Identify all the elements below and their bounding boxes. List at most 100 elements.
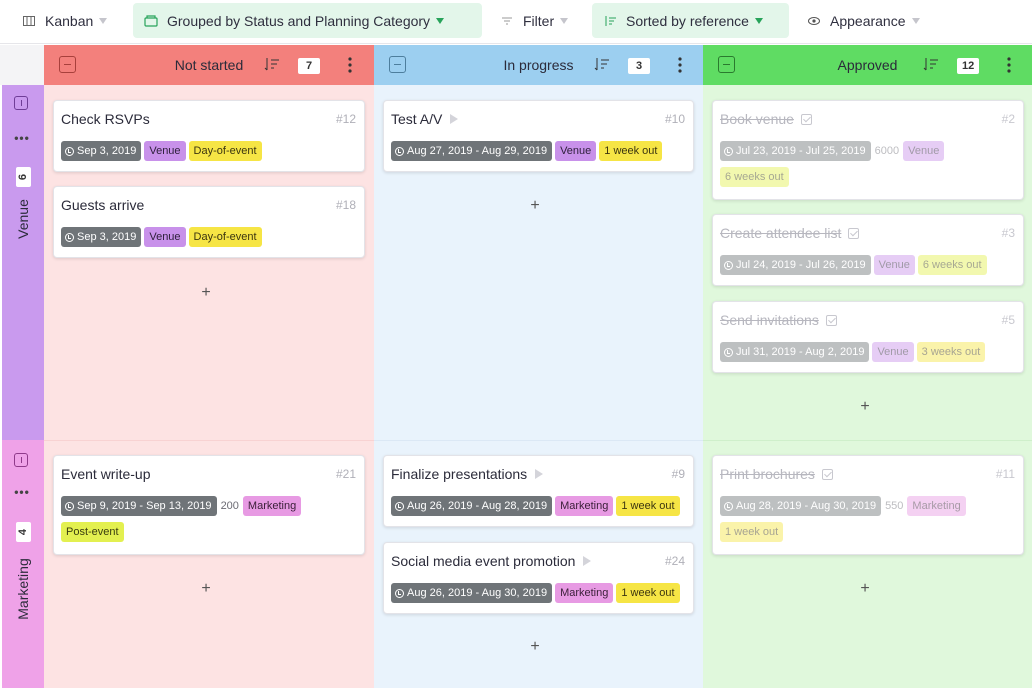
timing-tag: 1 week out	[616, 496, 680, 516]
category-tag: Marketing	[555, 583, 614, 603]
more-options-icon[interactable]	[677, 56, 683, 74]
card[interactable]: Print brochures #11 Aug 28, 2019 - Aug 3…	[712, 455, 1024, 555]
date-tag: Sep 3, 2019	[61, 227, 142, 247]
collapse-group-button[interactable]	[14, 96, 28, 110]
card-tags: Aug 26, 2019 - Aug 28, 2019 Marketing 1 …	[391, 496, 686, 516]
card-reference: #24	[664, 554, 685, 568]
add-card-button[interactable]: +	[858, 581, 872, 597]
collapse-group-button[interactable]	[14, 453, 28, 467]
card[interactable]: Create attendee list #3 Jul 24, 2019 - J…	[712, 214, 1024, 286]
view-label: Kanban	[45, 12, 94, 29]
column-title: Approved	[837, 57, 898, 73]
group-title: Venue	[15, 199, 31, 239]
clock-icon	[724, 501, 733, 511]
clock-icon	[65, 232, 74, 242]
sort-label: Sorted by reference	[626, 12, 749, 29]
card-reference: #21	[335, 467, 356, 481]
timing-tag: 1 week out	[616, 583, 680, 603]
card-title: Event write-up	[61, 466, 151, 482]
board-corner	[0, 45, 44, 85]
column-header-in-progress: In progress 3	[374, 45, 703, 85]
sort-icon[interactable]	[923, 57, 939, 71]
group-more-options-icon[interactable]: •••	[14, 132, 30, 144]
card[interactable]: Event write-up #21 Sep 9, 2019 - Sep 13,…	[53, 455, 365, 555]
budget-value: 200	[220, 500, 239, 512]
category-tag: Venue	[872, 342, 914, 362]
card-title: Social media event promotion	[391, 553, 592, 569]
date-tag: Jul 24, 2019 - Jul 26, 2019	[720, 255, 871, 275]
add-card-button[interactable]: +	[528, 639, 542, 655]
clock-icon	[395, 501, 404, 511]
card-title: Book venue	[720, 111, 812, 127]
card-tags: Aug 26, 2019 - Aug 30, 2019 Marketing 1 …	[391, 583, 686, 603]
chevron-down-icon	[436, 17, 445, 24]
card-reference: #3	[1001, 226, 1015, 240]
category-tag: Venue	[555, 141, 597, 161]
card[interactable]: Finalize presentations #9 Aug 26, 2019 -…	[383, 455, 694, 527]
group-count-badge: 4	[16, 522, 31, 542]
add-card-button[interactable]: +	[858, 399, 872, 415]
column-count-badge: 7	[298, 58, 320, 74]
category-tag: Venue	[144, 141, 186, 161]
clock-icon	[724, 260, 733, 270]
more-options-icon[interactable]	[1006, 56, 1012, 74]
clock-icon	[724, 347, 733, 357]
card[interactable]: Check RSVPs #12 Sep 3, 2019 Venue Day-of…	[53, 100, 365, 172]
date-tag: Jul 23, 2019 - Jul 25, 2019	[720, 141, 871, 161]
clock-icon	[395, 146, 404, 156]
sort-icon[interactable]	[594, 57, 610, 71]
add-card-button[interactable]: +	[199, 285, 213, 301]
card-title: Check RSVPs	[61, 111, 150, 127]
view-switcher-button[interactable]: Kanban	[22, 3, 108, 38]
card-reference: #9	[671, 467, 685, 481]
sort-icon[interactable]	[264, 57, 280, 71]
card-title: Guests arrive	[61, 197, 145, 213]
category-tag: Venue	[903, 141, 945, 161]
timing-tag: 3 weeks out	[916, 342, 986, 362]
add-card-button[interactable]: +	[199, 581, 213, 597]
card-tags: Jul 23, 2019 - Jul 25, 2019 6000 Venue 6…	[720, 141, 1016, 187]
timing-tag: 6 weeks out	[720, 167, 789, 187]
card-reference: #11	[995, 467, 1015, 481]
clock-icon	[65, 501, 74, 511]
card-tags: Sep 3, 2019 Venue Day-of-event	[61, 141, 357, 161]
appearance-button[interactable]: Appearance	[807, 3, 920, 38]
date-tag: Aug 28, 2019 - Aug 30, 2019	[720, 496, 882, 516]
more-options-icon[interactable]	[347, 56, 353, 74]
timing-tag: 6 weeks out	[917, 255, 987, 275]
clock-icon	[65, 146, 74, 156]
group-header-venue: ••• 6 Venue	[2, 85, 44, 440]
card[interactable]: Guests arrive #18 Sep 3, 2019 Venue Day-…	[53, 186, 365, 258]
card[interactable]: Test A/V #10 Aug 27, 2019 - Aug 29, 2019…	[383, 100, 694, 172]
group-button[interactable]: Grouped by Status and Planning Category	[133, 3, 482, 38]
card-reference: #2	[1001, 112, 1015, 126]
card-tags: Aug 27, 2019 - Aug 29, 2019 Venue 1 week…	[391, 141, 686, 161]
checkmark-icon	[821, 468, 833, 480]
group-header-marketing: ••• 4 Marketing	[2, 440, 44, 688]
group-title: Marketing	[15, 558, 31, 620]
card-tags: Sep 9, 2019 - Sep 13, 2019 200 Marketing…	[61, 496, 357, 542]
column-header-approved: Approved 12	[703, 45, 1032, 85]
play-icon	[535, 469, 544, 479]
add-card-button[interactable]: +	[528, 198, 542, 214]
card[interactable]: Book venue #2 Jul 23, 2019 - Jul 25, 201…	[712, 100, 1024, 200]
group-count-badge: 6	[16, 167, 31, 187]
play-icon	[450, 114, 459, 124]
chevron-down-icon	[99, 17, 108, 24]
filter-button[interactable]: Filter	[500, 3, 569, 38]
column-title: Not started	[174, 57, 244, 73]
sort-button[interactable]: Sorted by reference	[592, 3, 789, 38]
clock-icon	[395, 588, 404, 598]
card-reference: #18	[335, 198, 356, 212]
chevron-down-icon	[911, 17, 920, 24]
card-tags: Aug 28, 2019 - Aug 30, 2019 550 Marketin…	[720, 496, 1016, 542]
card-reference: #12	[335, 112, 356, 126]
card-tags: Sep 3, 2019 Venue Day-of-event	[61, 227, 357, 247]
card[interactable]: Send invitations #5 Jul 31, 2019 - Aug 2…	[712, 301, 1024, 373]
timing-tag: 1 week out	[720, 522, 784, 542]
checkmark-icon	[825, 314, 837, 326]
card[interactable]: Social media event promotion #24 Aug 26,…	[383, 542, 694, 614]
category-tag: Venue	[144, 227, 186, 247]
date-tag: Aug 26, 2019 - Aug 28, 2019	[391, 496, 553, 516]
group-more-options-icon[interactable]: •••	[14, 486, 30, 498]
